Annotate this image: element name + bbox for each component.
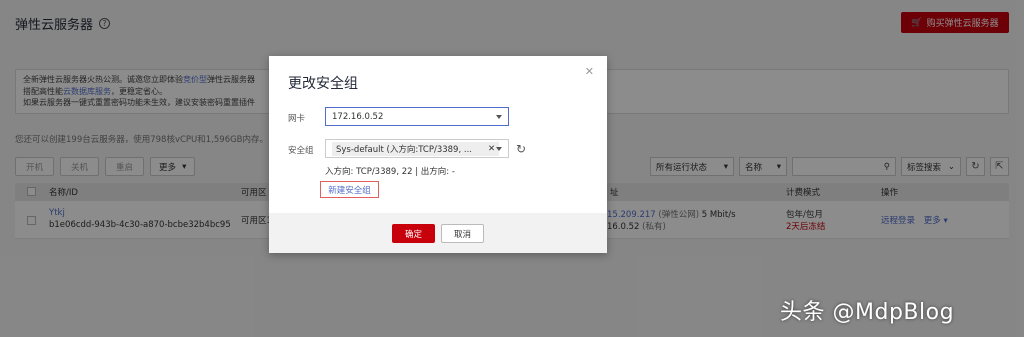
nic-value: 172.16.0.52 xyxy=(332,111,384,122)
security-group-select[interactable]: Sys-default (入方向:TCP/3389, ... ✕ xyxy=(325,139,509,158)
close-icon[interactable]: ✕ xyxy=(585,65,594,78)
security-group-value: Sys-default (入方向:TCP/3389, ... xyxy=(336,144,472,155)
change-security-group-dialog: 更改安全组 ✕ 网卡 172.16.0.52 安全组 Sys-default (… xyxy=(269,56,607,253)
dialog-footer: 确定 取消 xyxy=(269,213,607,253)
security-group-rules: 入方向: TCP/3389, 22 | 出方向: - xyxy=(325,167,455,177)
chevron-down-icon xyxy=(496,115,502,119)
refresh-icon[interactable]: ↻ xyxy=(516,142,526,156)
nic-select[interactable]: 172.16.0.52 xyxy=(325,107,509,126)
ok-button[interactable]: 确定 xyxy=(392,224,435,243)
nic-label: 网卡 xyxy=(288,114,306,124)
dialog-title: 更改安全组 xyxy=(288,76,358,92)
tag-remove-icon[interactable]: ✕ xyxy=(488,144,495,154)
cancel-button[interactable]: 取消 xyxy=(441,224,484,243)
create-security-group-link[interactable]: 新建安全组 xyxy=(320,181,379,198)
security-group-label: 安全组 xyxy=(288,146,314,156)
watermark: 头条 @MdpBlog xyxy=(780,300,955,325)
chevron-down-icon xyxy=(496,147,502,151)
security-group-tag: Sys-default (入方向:TCP/3389, ... ✕ xyxy=(332,141,500,156)
